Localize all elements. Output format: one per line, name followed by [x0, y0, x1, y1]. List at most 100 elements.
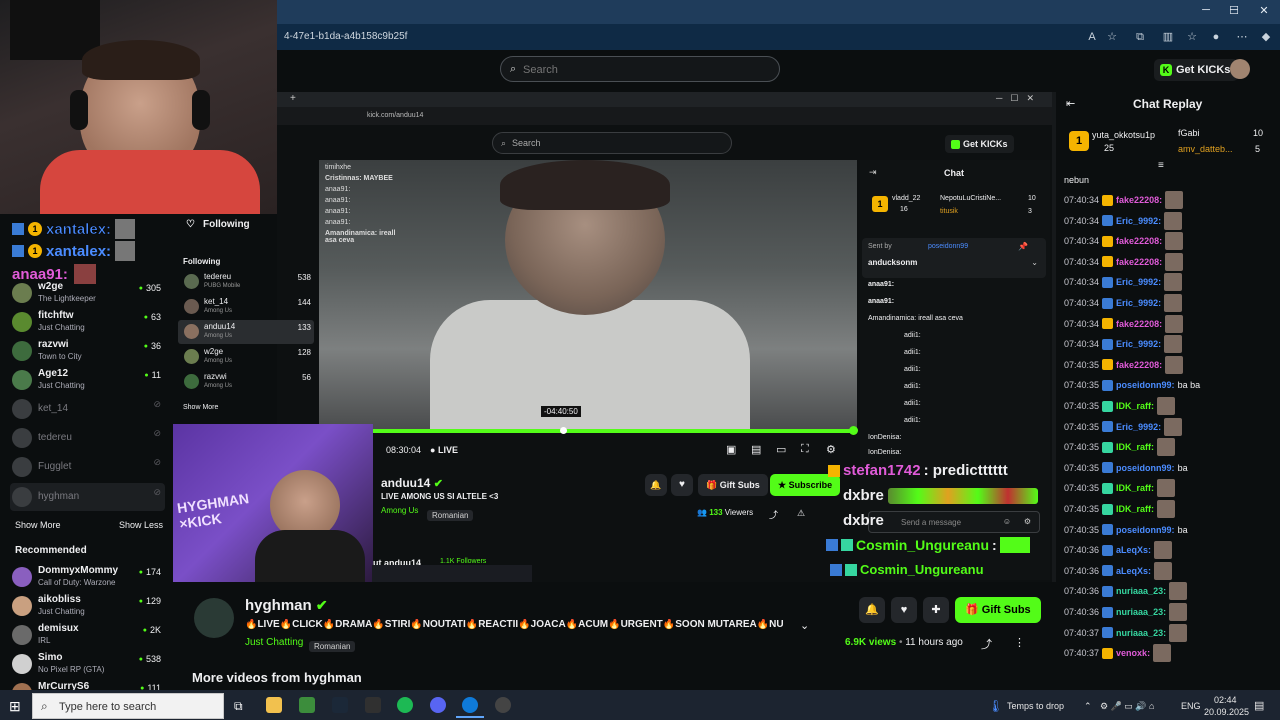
recommended-channel[interactable]: aikobliss Just Chatting 129 — [10, 592, 165, 620]
theater-icon[interactable]: ▣ — [726, 443, 736, 456]
chat-username[interactable]: fake22208: — [1116, 195, 1162, 205]
clock-time[interactable]: 02:44 — [1214, 695, 1237, 705]
chat-username[interactable]: venoxk: — [1116, 648, 1150, 658]
recommended-channel[interactable]: demisux IRL 2K — [10, 621, 165, 649]
gift-subs-button[interactable]: 🎁 Gift Subs — [955, 597, 1041, 623]
chat-username[interactable]: fake22208: — [1116, 236, 1162, 246]
chat-username[interactable]: aLeqXs: — [1116, 545, 1151, 555]
chat-username[interactable]: Eric_9992: — [1116, 216, 1161, 226]
epic-games-icon[interactable] — [365, 697, 381, 713]
views-meta: 6.9K views • 11 hours ago — [845, 637, 963, 648]
split-screen-icon[interactable]: ▥ — [1160, 29, 1176, 45]
sidebar-channel-fitchftw[interactable]: fitchftw Just Chatting 63 — [10, 308, 165, 336]
chat-username[interactable]: Eric_9992: — [1116, 277, 1161, 287]
favorite-star-icon[interactable]: ☆ — [1104, 29, 1120, 45]
fullscreen-icon[interactable]: ⛶ — [801, 443, 809, 456]
close-window-button[interactable]: ✕ — [1254, 4, 1274, 17]
pip-icon[interactable]: ▭ — [776, 443, 786, 456]
chat-username[interactable]: poseidonn99: — [1116, 463, 1175, 473]
obs-icon[interactable] — [495, 697, 511, 713]
chat-username[interactable]: IDK_raff: — [1116, 504, 1154, 514]
settings-gear-icon[interactable]: ⚙ — [826, 443, 836, 456]
more-menu-icon[interactable]: ⋯ — [1234, 29, 1250, 45]
chat-username[interactable]: Eric_9992: — [1116, 298, 1161, 308]
read-aloud-icon[interactable]: A — [1084, 29, 1100, 45]
recommended-channel[interactable]: Simo No Pixel RP (GTA) 538 — [10, 650, 165, 678]
sidebar-channel-w2ge[interactable]: w2ge The Lightkeeper 305 — [10, 279, 165, 307]
minimize-button-2[interactable]: ─ — [1196, 4, 1216, 16]
channel-name: razvwi — [204, 372, 227, 381]
search-input[interactable] — [523, 61, 763, 79]
copilot-icon[interactable]: ◆ — [1258, 29, 1274, 45]
chat-username[interactable]: Eric_9992: — [1116, 422, 1161, 432]
stream-category-link[interactable]: Just Chatting — [245, 637, 303, 648]
get-kicks-button[interactable]: K Get KICKs — [1154, 59, 1239, 81]
sidebar-channel-offline[interactable]: Fugglet ⊘ — [10, 453, 165, 481]
tray-icons[interactable]: ⚙ 🎤 ▭ 🔊 ⌂ — [1100, 701, 1154, 712]
clip-button[interactable]: ✚ — [923, 597, 949, 623]
channel-avatar[interactable] — [194, 598, 234, 638]
show-less-button[interactable]: Show Less — [119, 520, 163, 530]
store-icon[interactable] — [299, 697, 315, 713]
inner-chat-line: adii1: — [904, 332, 921, 339]
chat-username[interactable]: poseidonn99: — [1116, 380, 1175, 390]
seek-knob[interactable] — [849, 426, 858, 435]
sidebar-channel-age12[interactable]: Age12 Just Chatting 11 — [10, 366, 165, 394]
recommended-channel[interactable]: MrCurryS6 111 — [10, 679, 165, 690]
offline-icon: ⊘ — [153, 487, 161, 497]
more-options-icon[interactable]: ⋮ — [1014, 636, 1025, 649]
language-indicator[interactable]: ENG — [1181, 701, 1201, 711]
task-view-icon[interactable]: ⧉ — [234, 699, 243, 714]
channel-category: No Pixel RP (GTA) — [38, 665, 105, 674]
windows-start-icon[interactable]: ⊞ — [9, 698, 21, 715]
channel-category: The Lightkeeper — [38, 294, 96, 303]
notification-bell-button[interactable]: 🔔 — [859, 597, 885, 623]
chat-username[interactable]: nuriaaa_23: — [1116, 628, 1166, 638]
chat-username[interactable]: aLeqXs: — [1116, 566, 1151, 576]
expand-leaderboard-icon[interactable]: ≡ — [1158, 160, 1164, 171]
live-indicator[interactable]: ● LIVE — [430, 445, 458, 455]
expand-title-chevron-icon[interactable]: ⌄ — [800, 619, 809, 632]
follow-heart-button[interactable]: ♥ — [891, 597, 917, 623]
notification-icon[interactable]: ▤ — [1254, 699, 1264, 712]
file-explorer-icon[interactable] — [266, 697, 282, 713]
search-box[interactable]: ⌕ — [500, 56, 780, 82]
chat-username[interactable]: fake22208: — [1116, 360, 1162, 370]
sidebar-channel-razvwi[interactable]: razvwi Town to City 36 — [10, 337, 165, 365]
chat-username[interactable]: fake22208: — [1116, 319, 1162, 329]
show-more-button[interactable]: Show More — [15, 520, 61, 530]
extensions-icon[interactable]: ⧉ — [1132, 29, 1148, 45]
collapse-chat-icon[interactable]: ⇤ — [1066, 97, 1075, 110]
chat-username[interactable]: IDK_raff: — [1116, 401, 1154, 411]
recommended-channel[interactable]: DommyxMommy Call of Duty: Warzone 174 — [10, 563, 165, 591]
discord-icon[interactable] — [430, 697, 446, 713]
user-avatar[interactable] — [1230, 59, 1250, 79]
sidebar-channel-offline-selected[interactable]: hyghman ⊘ — [10, 483, 165, 511]
chat-username[interactable]: IDK_raff: — [1116, 483, 1154, 493]
channel-name-text[interactable]: hyghman — [245, 597, 312, 614]
favorites-icon[interactable]: ☆ — [1184, 29, 1200, 45]
chat-username[interactable]: Eric_9992: — [1116, 339, 1161, 349]
url-text[interactable]: 4-47e1-b1da-a4b158c9b25f — [284, 31, 407, 42]
weather-text[interactable]: Temps to drop — [1007, 701, 1064, 711]
seek-bar[interactable] — [372, 429, 854, 433]
clip-icon[interactable]: ▤ — [751, 443, 761, 456]
chat-username[interactable]: nuriaaa_23: — [1116, 607, 1166, 617]
chat-username[interactable]: poseidonn99: — [1116, 525, 1175, 535]
chat-username[interactable]: nuriaaa_23: — [1116, 586, 1166, 596]
steam-icon[interactable] — [332, 697, 348, 713]
clock-date[interactable]: 20.09.2025 — [1204, 707, 1249, 717]
seek-hover-marker[interactable] — [560, 427, 567, 434]
profile-icon[interactable]: ● — [1208, 29, 1224, 45]
show-hidden-icons[interactable]: ⌃ — [1084, 701, 1092, 712]
sidebar-channel-offline[interactable]: tedereu ⊘ — [10, 424, 165, 452]
sidebar-channel-offline[interactable]: ket_14 ⊘ — [10, 395, 165, 423]
chat-username[interactable]: IDK_raff: — [1116, 442, 1154, 452]
spotify-icon[interactable] — [397, 697, 413, 713]
taskbar-search[interactable]: ⌕ Type here to search — [32, 693, 224, 719]
chat-username[interactable]: fake22208: — [1116, 257, 1162, 267]
channel-name[interactable]: hyghman ✔ — [245, 597, 328, 614]
share-icon[interactable]: ⤴ — [981, 636, 992, 652]
maximize-button[interactable]: ☐ — [1224, 4, 1244, 17]
edge-icon[interactable] — [462, 697, 478, 713]
